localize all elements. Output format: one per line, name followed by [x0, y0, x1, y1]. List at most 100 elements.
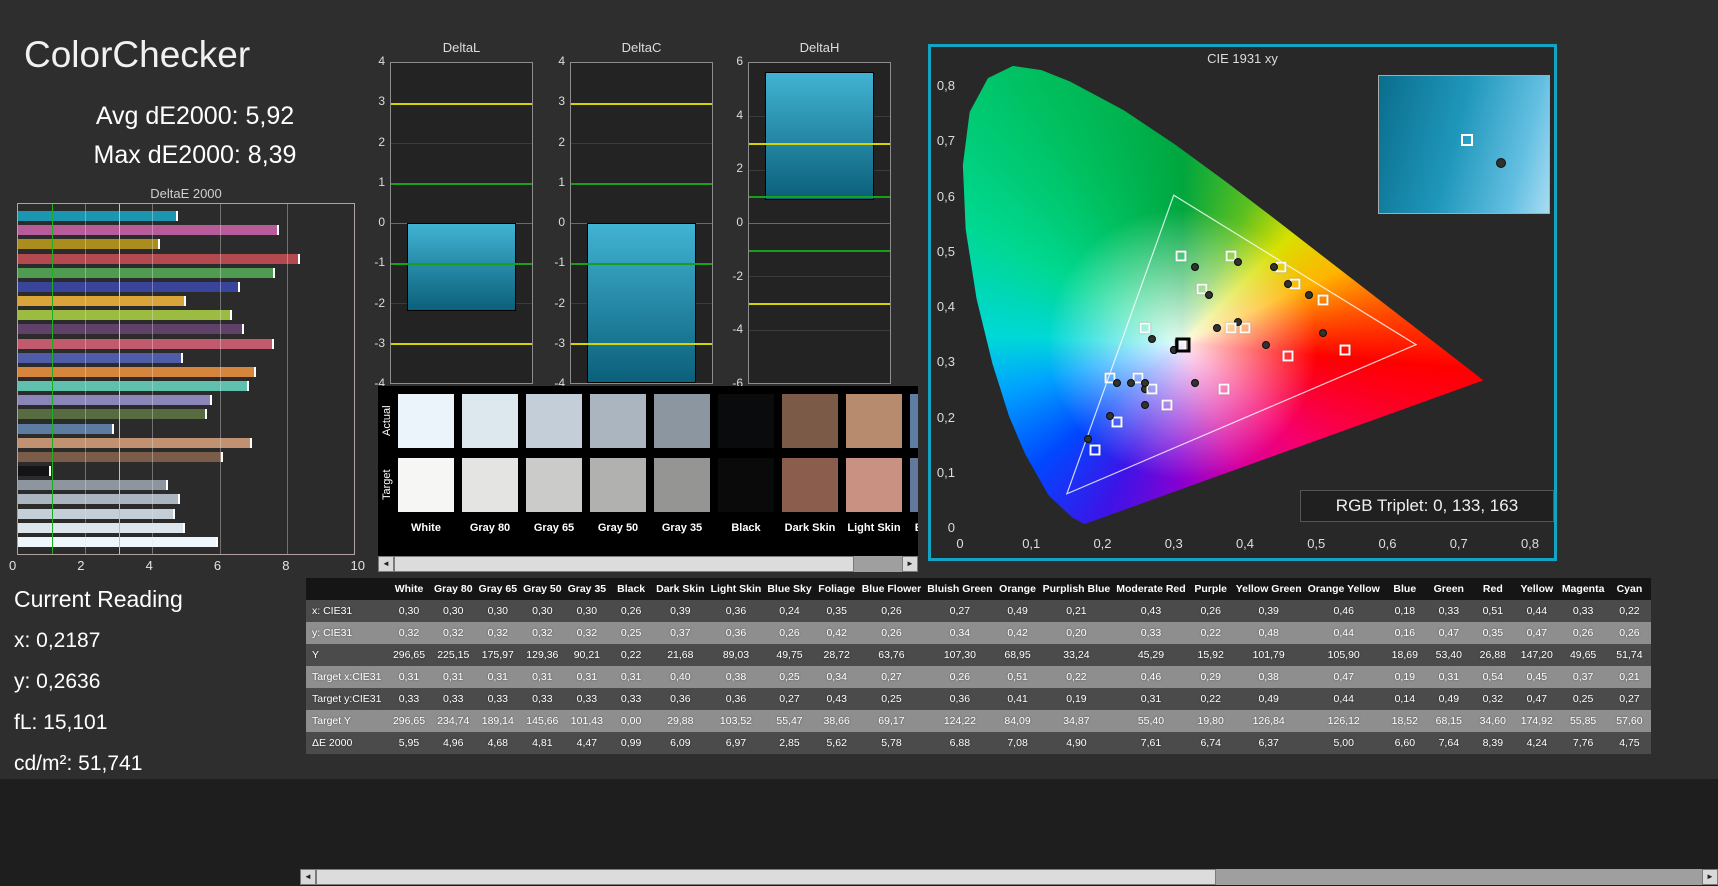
table-cell: 0,20: [1040, 622, 1114, 644]
table-cell: 8,39: [1471, 732, 1515, 754]
deltah-title: DeltaH: [748, 40, 891, 55]
table-cell: 68,95: [996, 644, 1040, 666]
deltae-bar-fill: [18, 424, 114, 434]
deltae-bar-red: [18, 254, 354, 264]
deltal-y-tick: 3: [357, 94, 385, 108]
table-cell: 0,39: [1233, 600, 1305, 622]
deltae-bar-gray-35: [18, 480, 354, 490]
table-cell: 34,60: [1471, 710, 1515, 732]
table-cell: 0,36: [708, 688, 765, 710]
cie-measured-moderate-red: [1262, 341, 1270, 349]
table-cell: 0,31: [431, 666, 476, 688]
tolerance-line: [571, 103, 712, 105]
deltac-y-tick: -3: [537, 336, 565, 350]
table-cell: 0,45: [1515, 666, 1559, 688]
cie-y-tick: 0,8: [931, 78, 955, 93]
cie-target-magenta: [1218, 383, 1229, 394]
table-cell: 7,08: [996, 732, 1040, 754]
table-cell: 0,33: [387, 688, 431, 710]
deltae-bar-fill: [18, 339, 274, 349]
table-row: x: CIE310,300,300,300,300,300,260,390,36…: [306, 600, 1651, 622]
table-cell: 0,41: [996, 688, 1040, 710]
table-cell: 0,30: [565, 600, 610, 622]
table-cell: 49,75: [764, 644, 814, 666]
col-header-gray-80: Gray 80: [431, 578, 476, 600]
bottom-scrollbar-thumb[interactable]: [316, 869, 1216, 885]
swatch-scrollbar[interactable]: ◄ ►: [378, 556, 918, 572]
deltae-bar-black: [18, 466, 354, 476]
table-cell: 18,52: [1383, 710, 1427, 732]
scroll-right-arrow-icon[interactable]: ►: [1702, 869, 1718, 885]
table-cell: 4,96: [431, 732, 476, 754]
swatch-label-white: White: [398, 522, 454, 534]
table-cell: 0,30: [476, 600, 521, 622]
table-cell: 5,62: [815, 732, 859, 754]
cie-target-blue: [1090, 444, 1101, 455]
col-header-orange-yellow: Orange Yellow: [1305, 578, 1383, 600]
col-header-blue: Blue: [1383, 578, 1427, 600]
table-cell: 0,27: [1607, 688, 1651, 710]
table-cell: 0,33: [1427, 600, 1471, 622]
table-cell: 33,24: [1040, 644, 1114, 666]
deltal-y-tick: 4: [357, 54, 385, 68]
deltah-chart: DeltaH 6420-2-4-6: [715, 40, 891, 390]
table-cell: 0,34: [815, 666, 859, 688]
table-cell: 0,22: [609, 644, 653, 666]
table-cell: 15,92: [1189, 644, 1233, 666]
col-header-gray-65: Gray 65: [476, 578, 521, 600]
avg-de2000: Avg dE2000: 5,92: [30, 102, 360, 131]
table-cell: 0,46: [1113, 666, 1188, 688]
tolerance-line: [749, 196, 890, 198]
table-cell: 0,36: [653, 688, 707, 710]
swatch-label-dark-skin: Dark Skin: [782, 522, 838, 534]
swatch-label-gray-35: Gray 35: [654, 522, 710, 534]
scroll-right-arrow-icon[interactable]: ►: [902, 556, 918, 572]
swatch-label-gray-65: Gray 65: [526, 522, 582, 534]
deltac-y-tick: 0: [537, 215, 565, 229]
scroll-left-arrow-icon[interactable]: ◄: [300, 869, 316, 885]
deltae-x-tick: 0: [9, 558, 16, 573]
swatch-actual-black: [718, 394, 774, 448]
bottom-scrollbar[interactable]: ◄ ►: [300, 869, 1718, 885]
col-header-foliage: Foliage: [815, 578, 859, 600]
table-cell: 234,74: [431, 710, 476, 732]
cie-y-tick: 0: [931, 520, 955, 535]
cie-measured-light-skin: [1213, 324, 1221, 332]
col-header-dark-skin: Dark Skin: [653, 578, 707, 600]
table-cell: 4,24: [1515, 732, 1559, 754]
table-cell: 0,26: [859, 600, 925, 622]
deltae-bar-fill: [18, 509, 175, 519]
cie-target-red: [1339, 345, 1350, 356]
deltal-y-tick: -3: [357, 336, 385, 350]
col-header-magenta: Magenta: [1559, 578, 1608, 600]
deltae-chart: [17, 203, 355, 555]
swatch-target-gray-50: [590, 458, 646, 512]
table-cell: 34,87: [1040, 710, 1114, 732]
deltae-bar-fill: [18, 268, 275, 278]
deltal-y-tick: 0: [357, 215, 385, 229]
scroll-left-arrow-icon[interactable]: ◄: [378, 556, 394, 572]
table-cell: 7,76: [1559, 732, 1608, 754]
swatch-actual-gray-35: [654, 394, 710, 448]
table-cell: 90,21: [565, 644, 610, 666]
table-cell: 0,36: [924, 688, 995, 710]
tolerance-line: [749, 303, 890, 305]
swatch-scrollbar-thumb[interactable]: [394, 556, 854, 572]
cie-target-orange: [1318, 295, 1329, 306]
table-cell: 0,32: [520, 622, 565, 644]
cie-measured-yellow-green: [1234, 258, 1242, 266]
deltah-bar: [765, 72, 875, 200]
table-cell: 5,95: [387, 732, 431, 754]
deltae-bar-fill: [18, 466, 51, 476]
deltac-bar: [587, 223, 697, 383]
inset-target-square: [1461, 134, 1473, 146]
cie-x-tick: 0,1: [1019, 536, 1043, 551]
deltae-bar-gray-65: [18, 509, 354, 519]
deltae-bar-dark-skin: [18, 452, 354, 462]
deltah-y-tick: 2: [715, 161, 743, 175]
deltae-bar-fill: [18, 310, 232, 320]
swatch-target-blue-sky: [910, 458, 918, 512]
swatch-target-white: [398, 458, 454, 512]
table-cell: 0,33: [476, 688, 521, 710]
deltae-x-tick: 6: [214, 558, 221, 573]
